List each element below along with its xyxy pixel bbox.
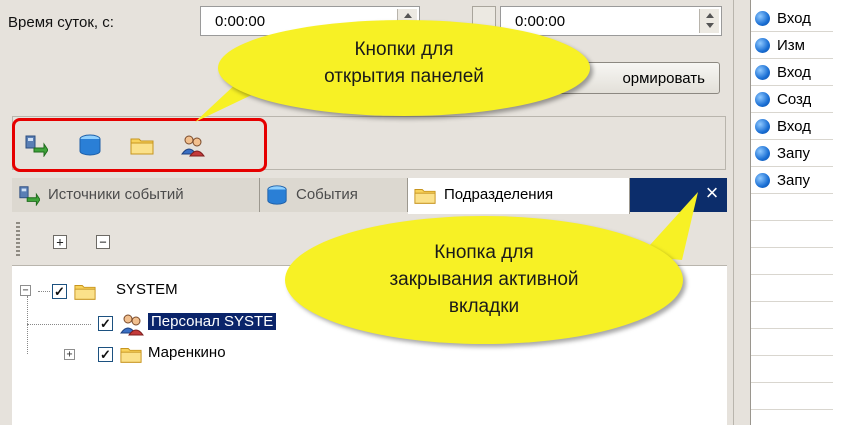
child-node-checkbox[interactable]: ✓ xyxy=(98,316,113,331)
root-node-checkbox[interactable]: ✓ xyxy=(52,284,67,299)
list-item xyxy=(751,194,833,221)
event-list-panel: Вход Изм Вход Созд Вход Запу Запу xyxy=(751,0,833,425)
event-status-icon xyxy=(755,11,770,26)
expand-all-button[interactable]: + xyxy=(53,235,67,249)
event-status-icon xyxy=(755,146,770,161)
list-item[interactable]: Запу xyxy=(751,167,833,194)
list-item-text: Запу xyxy=(777,145,811,162)
folder-icon xyxy=(414,189,436,204)
list-item[interactable]: Вход xyxy=(751,59,833,86)
collapse-all-button[interactable]: − xyxy=(96,235,110,249)
list-item xyxy=(751,383,833,410)
list-item-text: Запу xyxy=(777,172,811,189)
list-item[interactable]: Созд xyxy=(751,86,833,113)
list-item-text: Вход xyxy=(777,118,811,135)
time-to-spinner[interactable] xyxy=(699,9,719,33)
list-item[interactable]: Изм xyxy=(751,32,833,59)
event-status-icon xyxy=(755,119,770,134)
tree-line xyxy=(27,324,91,325)
list-item xyxy=(751,275,833,302)
tree-line xyxy=(27,296,28,354)
tree-node-system-label[interactable]: SYSTEM xyxy=(116,281,178,298)
torn-edge-right xyxy=(833,0,841,437)
screenshot-root: Время суток, с: 0:00:00 0:00:00 ормирова… xyxy=(0,0,841,437)
list-item-text: Вход xyxy=(777,10,811,27)
tab-events-label: События xyxy=(296,186,358,203)
list-item xyxy=(751,221,833,248)
list-item xyxy=(751,302,833,329)
tab-event-sources[interactable]: Источники событий xyxy=(12,178,260,212)
time-to-value: 0:00:00 xyxy=(515,13,566,30)
list-item-text: Вход xyxy=(777,64,811,81)
personnel-icon xyxy=(120,314,144,336)
list-item-text: Созд xyxy=(777,91,812,108)
child-node-checkbox[interactable]: ✓ xyxy=(98,347,113,362)
list-item[interactable]: Вход xyxy=(751,5,833,32)
list-item-text: Изм xyxy=(777,37,805,54)
list-item xyxy=(751,248,833,275)
expand-node-toggle[interactable]: + xyxy=(64,349,75,360)
torn-edge-bottom xyxy=(0,425,841,437)
event-status-icon xyxy=(755,173,770,188)
tab-event-sources-label: Источники событий xyxy=(48,186,184,203)
tab-departments[interactable]: Подразделения xyxy=(408,178,630,214)
time-from-value: 0:00:00 xyxy=(215,13,266,30)
list-item[interactable]: Вход xyxy=(751,113,833,140)
panel-splitter[interactable] xyxy=(733,0,751,425)
tree-node-marenkino-label[interactable]: Маренкино xyxy=(148,344,226,361)
toolbar-grip[interactable] xyxy=(16,222,20,258)
form-report-label: ормировать xyxy=(622,70,705,87)
folder-icon xyxy=(120,348,142,363)
tree-node-personnel-label[interactable]: Персонал SYSTE xyxy=(148,313,277,330)
event-sources-icon xyxy=(19,186,40,206)
list-item xyxy=(751,356,833,383)
event-status-icon xyxy=(755,65,770,80)
folder-icon xyxy=(74,285,96,300)
tab-events[interactable]: События xyxy=(260,178,408,212)
list-item xyxy=(751,329,833,356)
time-to-field[interactable]: 0:00:00 xyxy=(500,6,722,36)
tab-departments-label: Подразделения xyxy=(444,186,554,203)
events-icon xyxy=(267,185,287,205)
time-of-day-label: Время суток, с: xyxy=(8,14,114,31)
callout-close-tab-text: Кнопка для закрывания активной вкладки xyxy=(389,242,579,317)
list-item[interactable]: Запу xyxy=(751,140,833,167)
callout-panel-buttons-text: Кнопки для открытия панелей xyxy=(324,39,484,87)
collapse-node-toggle[interactable]: − xyxy=(20,285,31,296)
tree-line xyxy=(38,291,50,292)
event-status-icon xyxy=(755,38,770,53)
event-status-icon xyxy=(755,92,770,107)
